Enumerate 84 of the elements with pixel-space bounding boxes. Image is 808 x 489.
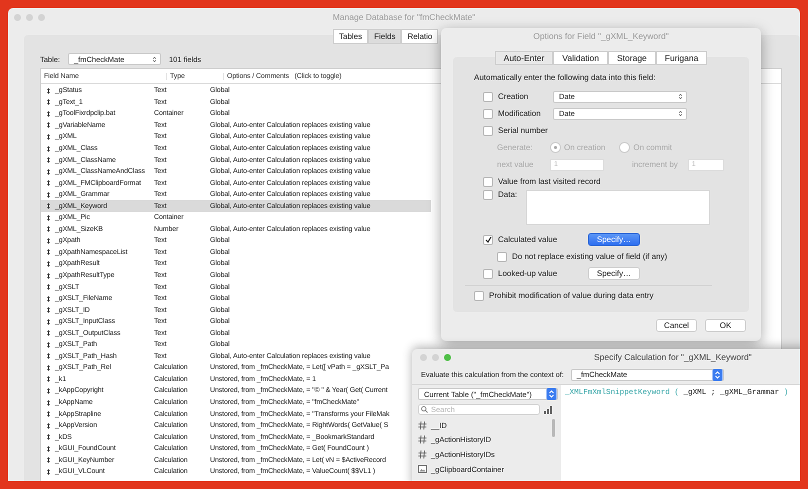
drag-handle-icon[interactable] xyxy=(47,400,50,406)
tab[interactable]: Furigana xyxy=(656,51,708,65)
hash-icon xyxy=(418,450,427,459)
scrollbar[interactable] xyxy=(552,419,555,437)
drag-handle-icon[interactable] xyxy=(47,411,50,418)
drag-handle-icon[interactable] xyxy=(47,353,50,360)
bar-chart-icon[interactable] xyxy=(544,406,553,414)
drag-handle-icon[interactable] xyxy=(47,342,50,348)
drag-handle-icon[interactable] xyxy=(47,296,50,302)
checkbox[interactable] xyxy=(483,234,493,244)
drag-handle-icon[interactable] xyxy=(47,238,50,244)
heading: Automatically enter the following data into this field: xyxy=(474,73,656,82)
drag-handle-icon[interactable] xyxy=(47,226,50,232)
drag-handle-icon[interactable] xyxy=(47,457,50,464)
tab[interactable]: Fields xyxy=(368,29,402,44)
drag-handle-icon[interactable] xyxy=(47,99,50,106)
tab[interactable]: Validation xyxy=(553,51,608,65)
checkbox[interactable] xyxy=(483,268,493,278)
drag-handle-icon[interactable] xyxy=(47,260,50,267)
checkbox-label: Data: xyxy=(498,190,518,199)
stepper-icon xyxy=(677,109,684,118)
drag-handle-icon[interactable] xyxy=(47,422,50,429)
drag-handle-icon[interactable] xyxy=(47,364,50,371)
drag-handle-icon[interactable] xyxy=(47,88,50,94)
checkbox-label: Serial number xyxy=(498,126,548,135)
generate-label: Generate: xyxy=(497,143,534,152)
tab[interactable]: Auto-Enter xyxy=(494,51,554,65)
window-title: Specify Calculation for "_gXML_Keyword" xyxy=(594,352,752,362)
drag-handle-icon[interactable] xyxy=(47,307,50,314)
checkbox-label: Looked-up value xyxy=(498,269,558,278)
radio-label: On creation xyxy=(564,143,606,152)
drag-handle-icon[interactable] xyxy=(47,168,50,175)
drag-handle-icon[interactable] xyxy=(47,180,50,186)
checkbox[interactable] xyxy=(483,92,493,102)
drag-handle-icon[interactable] xyxy=(47,122,50,128)
drag-handle-icon[interactable] xyxy=(47,272,50,279)
dialog-button[interactable]: OK xyxy=(705,319,746,332)
dialog-title: Options for Field "_gXML_Keyword" xyxy=(532,30,670,43)
drag-handle-icon[interactable] xyxy=(47,446,50,452)
radio-label: On commit xyxy=(633,143,672,152)
hash-icon xyxy=(418,420,427,430)
image-icon xyxy=(418,465,427,474)
drag-handle-icon[interactable] xyxy=(47,284,50,290)
drag-handle-icon[interactable] xyxy=(47,249,50,256)
drag-handle-icon[interactable] xyxy=(47,146,50,152)
checkbox-label: Creation xyxy=(498,92,530,101)
drag-handle-icon[interactable] xyxy=(47,434,50,440)
drag-handle-icon[interactable] xyxy=(47,192,50,198)
drag-handle-icon[interactable] xyxy=(47,330,50,336)
checkbox-label: Modification xyxy=(498,109,542,118)
drag-handle-icon[interactable] xyxy=(47,318,50,325)
drag-handle-icon[interactable] xyxy=(47,157,50,164)
drag-handle-icon[interactable] xyxy=(47,134,50,140)
stepper-icon xyxy=(712,368,723,380)
stepper-icon xyxy=(677,92,684,101)
next-value-label: next value xyxy=(497,160,534,169)
dialog-button[interactable]: Cancel xyxy=(656,319,697,332)
stepper-icon xyxy=(151,54,158,64)
stepper-icon xyxy=(546,388,557,400)
drag-handle-icon[interactable] xyxy=(47,214,50,221)
drag-handle-icon[interactable] xyxy=(47,203,50,210)
checkbox-label: Prohibit modification of value during data entry xyxy=(489,291,654,300)
data-field[interactable] xyxy=(526,190,710,225)
checkbox-label: Value from last visited record xyxy=(498,177,601,186)
checkbox[interactable] xyxy=(483,190,493,200)
drag-handle-icon[interactable] xyxy=(47,376,50,382)
checkbox-label: Calculated value xyxy=(498,235,558,244)
checkbox[interactable] xyxy=(483,108,493,118)
checkbox[interactable] xyxy=(497,252,507,262)
search-icon xyxy=(421,406,428,413)
tab[interactable]: Tables xyxy=(333,29,368,44)
tab[interactable]: Storage xyxy=(608,51,656,65)
checkbox[interactable] xyxy=(474,290,484,300)
checkbox-label: Do not replace existing value of field (if any) xyxy=(512,252,668,261)
window-title: Manage Database for "fmCheckMate" xyxy=(332,12,476,22)
drag-handle-icon[interactable] xyxy=(47,468,50,475)
specify-button[interactable]: Specify… xyxy=(588,233,640,246)
specify-button[interactable]: Specify… xyxy=(588,267,640,280)
drag-handle-icon[interactable] xyxy=(47,388,50,394)
increment-label: increment by xyxy=(632,160,678,169)
hash-icon xyxy=(418,435,427,444)
drag-handle-icon[interactable] xyxy=(47,110,50,117)
tab[interactable]: Relatio xyxy=(401,29,438,44)
checkbox[interactable] xyxy=(483,176,493,186)
